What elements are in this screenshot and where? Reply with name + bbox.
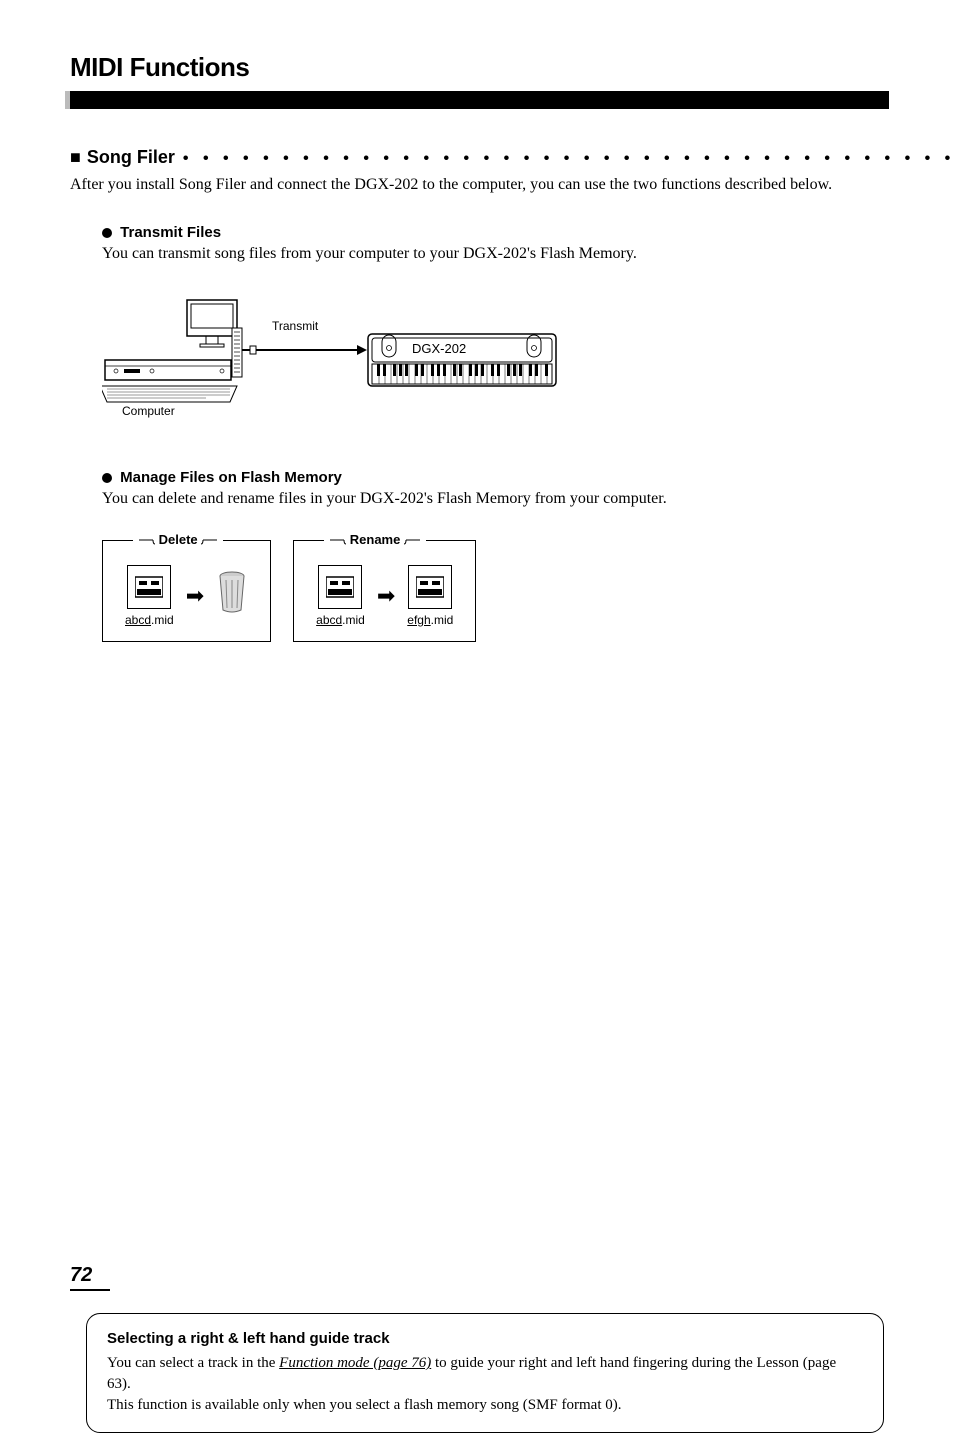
bullet-icon <box>102 228 112 238</box>
bullet-icon <box>102 473 112 483</box>
file-name: efgh.mid <box>407 613 453 627</box>
file-item: abcd.mid <box>316 565 365 627</box>
file-icon <box>408 565 452 609</box>
square-marker-icon: ■ <box>70 147 81 168</box>
section-title: Song Filer <box>87 147 175 168</box>
function-mode-link[interactable]: Function mode (page 76) <box>279 1355 431 1371</box>
device-label: DGX-202 <box>412 341 466 356</box>
subheading-transmit: Transmit Files <box>102 224 954 241</box>
file-item: abcd.mid <box>125 565 174 627</box>
transmit-body: You can transmit song files from your co… <box>102 243 954 265</box>
manage-diagram: Delete abcd.mid ➡ Rename <box>102 540 954 642</box>
leader-dots: • • • • • • • • • • • • • • • • • • • • … <box>183 150 954 168</box>
file-icon <box>318 565 362 609</box>
transmit-label: Transmit <box>272 319 319 333</box>
delete-box-label: Delete <box>133 532 223 547</box>
subheading-manage: Manage Files on Flash Memory <box>102 469 954 486</box>
file-icon <box>127 565 171 609</box>
callout-title: Selecting a right & left hand guide trac… <box>107 1330 863 1347</box>
file-name: abcd.mid <box>125 613 174 627</box>
section-heading-song-filer: ■ Song Filer • • • • • • • • • • • • • •… <box>70 147 954 168</box>
callout-text: You can select a track in the Function m… <box>107 1353 863 1416</box>
subheading-transmit-label: Transmit Files <box>120 224 221 241</box>
trash-icon <box>216 570 248 621</box>
page-title: MIDI Functions <box>70 52 884 83</box>
callout-box: Selecting a right & left hand guide trac… <box>86 1313 884 1433</box>
section-intro: After you install Song Filer and connect… <box>70 174 954 196</box>
delete-box: Delete abcd.mid ➡ <box>102 540 271 642</box>
rename-box-label: Rename <box>324 532 426 547</box>
rename-box: Rename abcd.mid ➡ efgh.mid <box>293 540 476 642</box>
file-name: abcd.mid <box>316 613 365 627</box>
transmit-diagram: Computer Transmit <box>102 294 954 429</box>
manage-body: You can delete and rename files in your … <box>102 488 954 510</box>
page-number: 72 <box>70 1264 110 1291</box>
arrow-icon: ➡ <box>186 583 204 609</box>
computer-label: Computer <box>122 404 175 418</box>
arrow-icon: ➡ <box>377 583 395 609</box>
subheading-manage-label: Manage Files on Flash Memory <box>120 469 342 486</box>
file-item: efgh.mid <box>407 565 453 627</box>
header-bar <box>65 91 889 109</box>
